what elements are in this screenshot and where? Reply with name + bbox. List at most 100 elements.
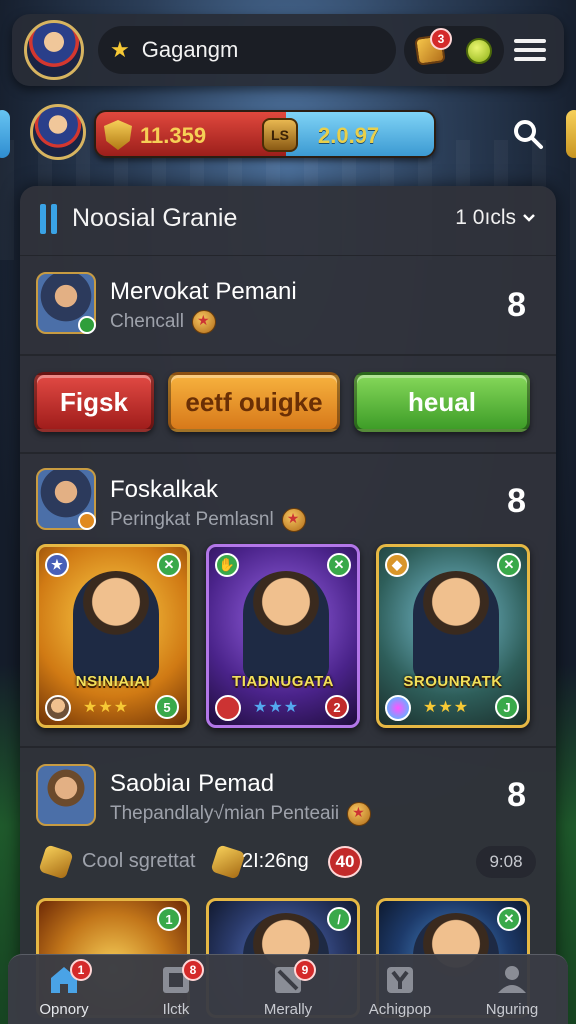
section-avatar (36, 468, 96, 530)
card-level-badge: J (495, 695, 519, 719)
secondary-avatar[interactable] (30, 104, 86, 160)
section-subtitle-row: Peringkat Pemlasnl (110, 508, 306, 532)
hero-portrait (243, 571, 329, 681)
rewards-pill[interactable]: 3 (404, 26, 504, 74)
cooldown-badge: 40 (328, 846, 362, 878)
list-item[interactable]: Mervokat Pemani Chencall 8 (20, 256, 556, 356)
section-title: Foskalkak (110, 476, 219, 503)
owner-avatar (385, 695, 411, 721)
menu-bar-icon (514, 57, 546, 62)
gems-segment: 2.0.97 (286, 112, 434, 156)
sort-label: 1 0ıcls (455, 206, 516, 229)
gold-segment: 11.359 (96, 112, 286, 156)
section-count: 8 (507, 482, 526, 520)
hero-card[interactable]: ◆ ✕ SROUNRATK ★★★ J (376, 544, 530, 728)
menu-bar-icon (514, 47, 546, 52)
hero-card[interactable]: ★ ✕ NSINIAIAI ★★★ 5 (36, 544, 190, 728)
card-stars: ★★★ (83, 697, 130, 716)
left-edge-tab[interactable] (0, 110, 10, 158)
nav-item-cards[interactable]: 8 Ilctk (120, 955, 232, 1024)
coin-icon (466, 38, 492, 64)
cooldown-timer: 2I:26ng (242, 850, 309, 872)
menu-button[interactable] (512, 32, 548, 68)
card-level-badge: 5 (155, 695, 179, 719)
tier-badge[interactable]: LS (262, 118, 298, 152)
star-icon: ★ (45, 553, 69, 577)
card-corner-badge: / (327, 907, 351, 931)
shield-icon: ◆ (385, 553, 409, 577)
section-title: Saobiaı Pemad (110, 770, 275, 797)
card-corner-badge: ✕ (497, 907, 521, 931)
card-corner-badge: 1 (157, 907, 181, 931)
card-name: SROUNRATK (403, 673, 503, 690)
level-badge (78, 512, 96, 530)
cooldown-label: Cool sgrettat (82, 850, 196, 872)
card-name: NSINIAIAI (75, 673, 151, 690)
hand-icon: ✋ (215, 553, 239, 577)
section-subtitle: Chencall (110, 311, 184, 332)
sort-dropdown[interactable]: 1 0ıcls (455, 206, 536, 230)
top-bar: ★ Gagangm 3 (12, 14, 564, 86)
medal-icon (281, 508, 306, 532)
nav-label: Ilctk (162, 1001, 190, 1018)
card-corner-badge: ✕ (157, 553, 181, 577)
main-panel: Noosial Granie 1 0ıcls Mervokat Pemani C… (20, 186, 556, 1024)
nav-badge: 1 (70, 959, 92, 981)
panel-header: Noosial Granie 1 0ıcls (20, 186, 556, 256)
panel-title: Noosial Granie (72, 204, 238, 232)
card-corner-badge: ✕ (327, 553, 351, 577)
hero-card[interactable]: ✋ ✕ TIADNUGATA ★★★ 2 (206, 544, 360, 728)
action-row: Figsk eetf ouigke heual (34, 372, 542, 436)
chest-icon (38, 844, 74, 880)
menu-bar-icon (514, 38, 546, 43)
player-name: Gagangm (141, 37, 239, 62)
bottom-nav: 1 Opnory 8 Ilctk 9 Merally Achigpop Ngur… (8, 954, 568, 1024)
section-count: 8 (507, 776, 526, 814)
section-subtitle: Peringkat Pemlasnl (110, 509, 274, 530)
section-avatar (36, 272, 96, 334)
nav-badge: 8 (182, 959, 204, 981)
cooldown-row: Cool sgrettat 2I:26ng 40 9:08 (38, 842, 538, 882)
nav-label: Nguring (485, 1001, 539, 1018)
player-avatar[interactable] (24, 20, 84, 80)
nav-badge: 9 (294, 959, 316, 981)
hero-card-row: ★ ✕ NSINIAIAI ★★★ 5 ✋ ✕ TIADNUGATA ★★★ 2… (36, 544, 540, 730)
owner-avatar (215, 695, 241, 721)
currency-bar: 11.359 2.0.97 LS (94, 110, 436, 158)
section-count: 8 (507, 286, 526, 324)
nav-label: Merally (263, 1001, 313, 1018)
gold-shield-icon (104, 120, 132, 150)
search-icon[interactable] (512, 118, 544, 150)
red-action-button[interactable]: Figsk (34, 372, 154, 432)
player-name-pill[interactable]: ★ Gagangm (98, 26, 396, 74)
nav-item-home[interactable]: 1 Opnory (8, 955, 120, 1024)
nav-label: Achigpop (368, 1001, 432, 1018)
time-chip: 9:08 (476, 846, 536, 878)
section-title: Mervokat Pemani (110, 278, 297, 305)
section-subtitle-row: Thepandlaly√mian Penteaii (110, 802, 372, 826)
card-name: TIADNUGATA (232, 673, 334, 690)
section-avatar (36, 764, 96, 826)
card-level-badge: 2 (325, 695, 349, 719)
hero-portrait (413, 571, 499, 681)
gems-amount: 2.0.97 (318, 123, 380, 148)
hero-portrait (73, 571, 159, 681)
section-subtitle-row: Chencall (110, 310, 216, 334)
nav-item-achievements[interactable]: Achigpop (344, 955, 456, 1024)
green-action-button[interactable]: heual (354, 372, 530, 432)
y-shield-icon (387, 967, 413, 993)
pause-icon (40, 204, 60, 234)
gold-amount: 11.359 (140, 123, 207, 148)
rewards-badge: 3 (430, 28, 452, 50)
chevron-down-icon (523, 214, 535, 222)
nav-item-building[interactable]: 9 Merally (232, 955, 344, 1024)
person-icon (498, 966, 526, 993)
orange-action-button[interactable]: eetf ouigke (168, 372, 340, 432)
nav-item-profile[interactable]: Nguring (456, 955, 568, 1024)
right-edge-tab[interactable] (566, 110, 576, 158)
star-icon: ★ (110, 37, 130, 63)
card-stars: ★★★ (423, 697, 470, 716)
card-stars: ★★★ (253, 697, 300, 716)
gold-icon (210, 844, 246, 880)
owner-avatar (45, 695, 71, 721)
